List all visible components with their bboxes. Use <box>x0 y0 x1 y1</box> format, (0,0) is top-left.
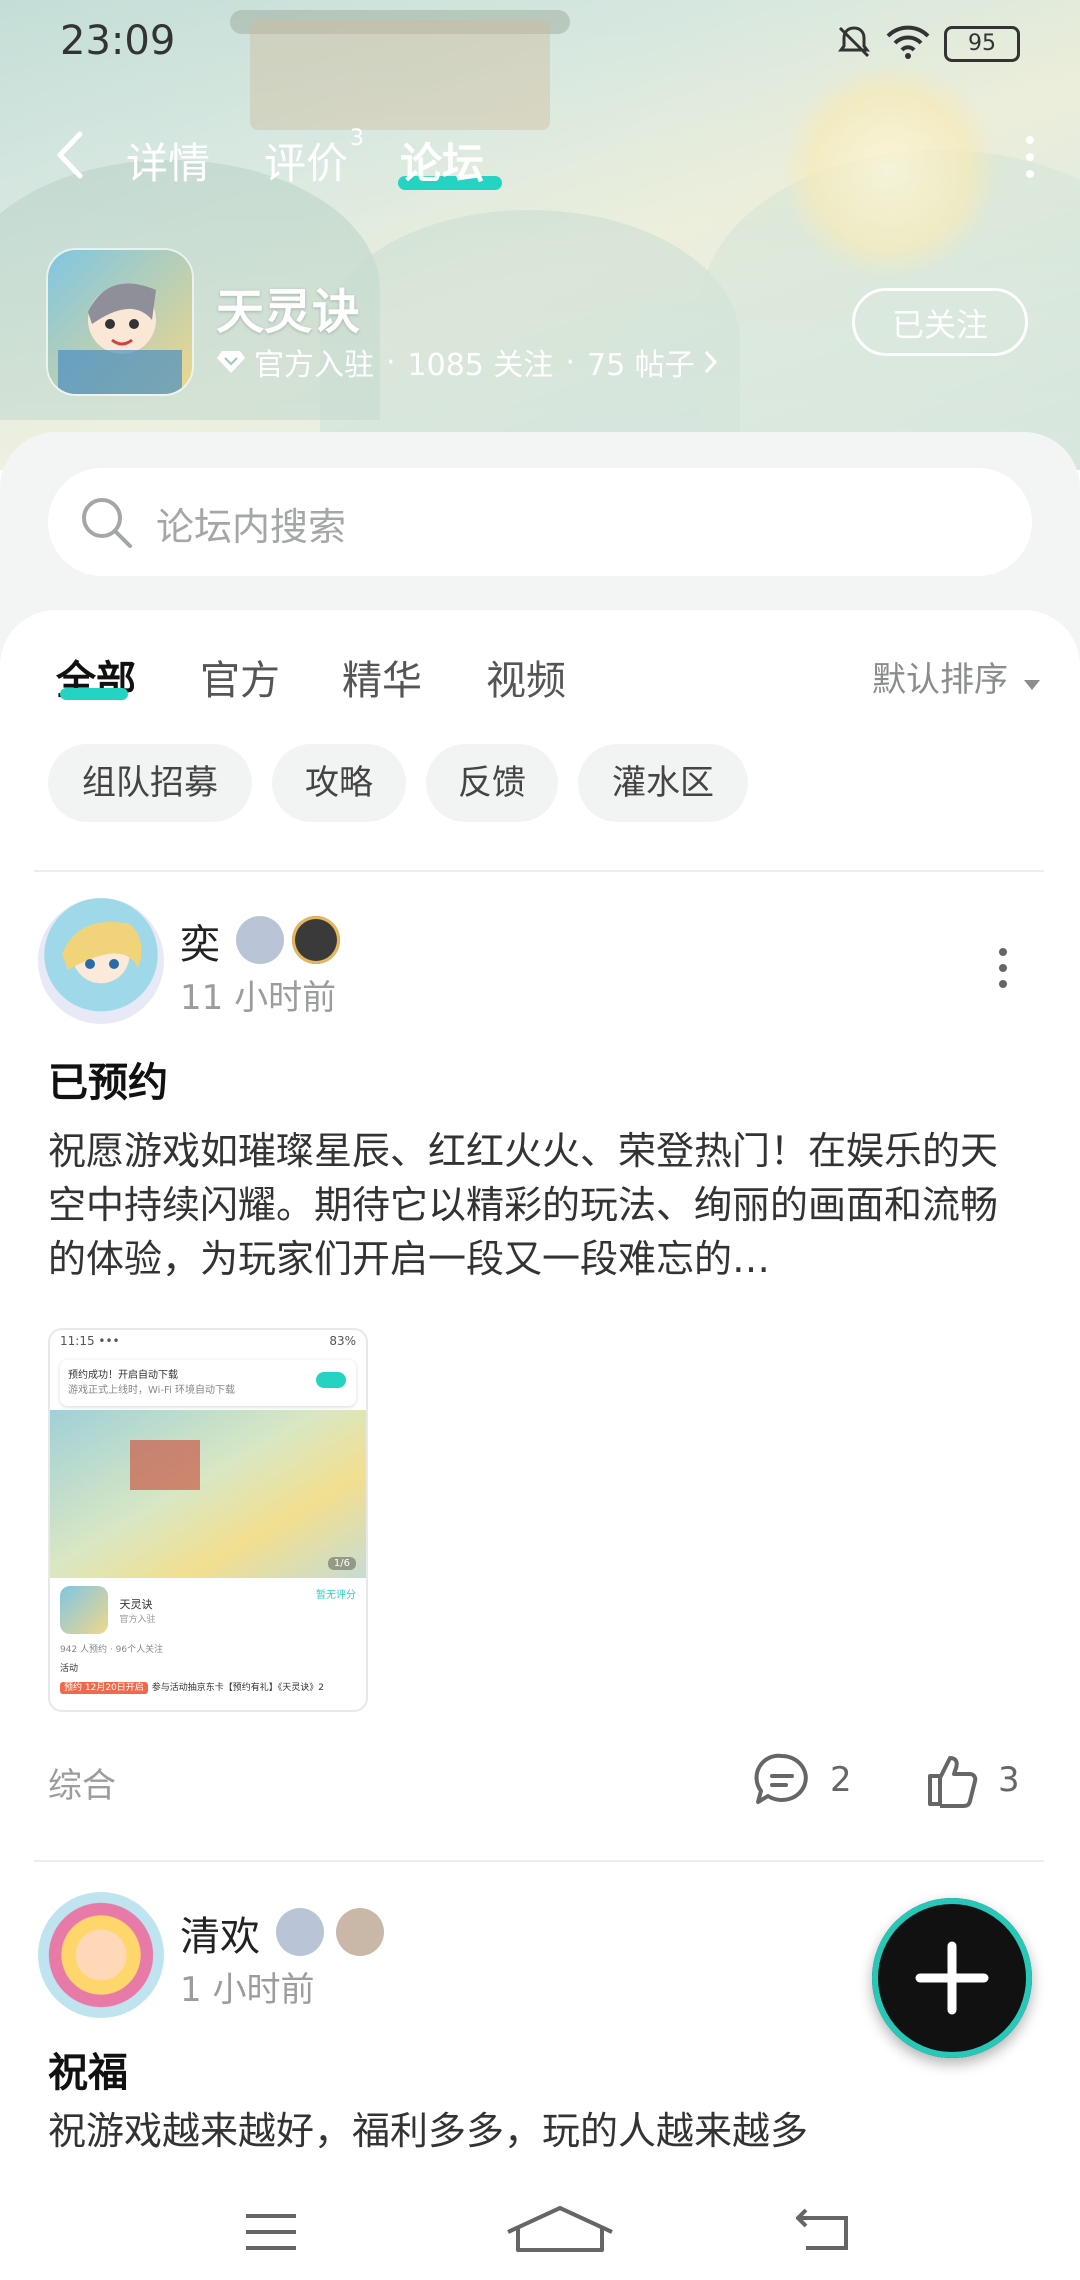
top-nav: 详情 评价3 论坛 <box>0 110 1080 200</box>
app-name: 天灵诀 <box>216 284 361 340</box>
comment-icon <box>754 1753 808 1804</box>
avatar[interactable] <box>38 1892 164 2018</box>
level-badge-icon <box>236 916 284 964</box>
more-options-icon[interactable] <box>1020 136 1040 180</box>
status-bar: 23:09 95 <box>0 0 1080 84</box>
follow-button[interactable]: 已关注 <box>852 288 1028 356</box>
divider <box>34 870 1044 872</box>
menu-icon[interactable] <box>244 2212 298 2252</box>
image-promo: 预约 12月20日开启 参与活动抽京东卡【预约有礼】《天灵诀》2 <box>60 1680 356 1694</box>
image-promo-text: 参与活动抽京东卡【预约有礼】《天灵诀》2 <box>151 1683 324 1693</box>
filter-tab-featured[interactable]: 精华 <box>342 648 422 706</box>
mute-icon <box>838 26 870 58</box>
chevron-right-icon[interactable] <box>703 349 719 375</box>
sim-icon <box>58 24 59 60</box>
post-author[interactable]: 清欢 <box>180 1904 260 1962</box>
sort-dropdown[interactable]: 默认排序 <box>872 652 1041 701</box>
sort-label: 默认排序 <box>872 660 1008 700</box>
divider <box>34 1860 1044 1862</box>
post-body[interactable]: 祝愿游戏如璀璨星辰、红红火火、荣登热门！在娱乐的天空中持续闪耀。期待它以精彩的玩… <box>48 1124 1028 1286</box>
image-promo-tag: 预约 12月20日开启 <box>60 1682 148 1694</box>
back-icon[interactable] <box>796 2208 850 2252</box>
filter-tab-official[interactable]: 官方 <box>200 648 280 706</box>
post-author[interactable]: 奕 <box>180 912 220 970</box>
image-official: 官方入驻 <box>119 1614 156 1625</box>
post-image[interactable]: 11:15 ••• 83% 预约成功！开启自动下载 游戏正式上线时，Wi-Fi 环… <box>48 1328 368 1712</box>
image-app-icon <box>60 1586 108 1634</box>
app-meta: 官方入驻 · 1085 关注 · 75 帖子 <box>216 340 719 384</box>
tab-forum[interactable]: 论坛 <box>400 130 484 191</box>
image-activity: 活动 <box>60 1664 79 1674</box>
reviews-count-badge: 3 <box>350 126 365 151</box>
caret-down-icon <box>1023 680 1040 690</box>
filter-tab-indicator <box>60 688 128 700</box>
like-count: 3 <box>998 1760 1020 1800</box>
avatar[interactable] <box>38 898 164 1024</box>
image-banner: 1/6 <box>50 1410 366 1578</box>
official-label: 官方入驻 <box>254 348 374 383</box>
post-title[interactable]: 祝福 <box>48 2040 128 2098</box>
image-time: 11:15 ••• <box>60 1334 120 1348</box>
tab-details-label: 详情 <box>126 139 211 188</box>
back-arrow-icon[interactable] <box>50 130 90 180</box>
comment-button[interactable]: 2 <box>752 1752 852 1808</box>
post-body[interactable]: 祝游戏越来越好，福利多多，玩的人越来越多 <box>48 2104 1028 2158</box>
image-notif-title: 预约成功！开启自动下载 <box>68 1370 178 1381</box>
followers-count: 1085 关注 <box>407 348 554 383</box>
image-signal: 83% <box>329 1334 356 1348</box>
battery-indicator: 95 <box>944 26 1020 62</box>
app-icon <box>48 250 192 394</box>
diamond-icon <box>217 351 245 373</box>
comment-count: 2 <box>830 1760 852 1800</box>
status-time: 23:09 <box>60 18 176 64</box>
image-status-bar: 11:15 ••• 83% <box>50 1330 366 1356</box>
avatar-frame-badge-icon <box>336 1908 384 1956</box>
search-placeholder: 论坛内搜索 <box>156 505 347 549</box>
tab-details[interactable]: 详情 <box>126 130 210 191</box>
level-badge-icon <box>276 1908 324 1956</box>
post-title[interactable]: 已预约 <box>48 1050 168 1108</box>
image-notif-sub: 游戏正式上线时，Wi-Fi 环境自动下载 <box>68 1385 236 1396</box>
filter-tab-video[interactable]: 视频 <box>486 648 566 706</box>
like-button[interactable]: 3 <box>924 1752 1020 1808</box>
search-icon <box>82 498 132 548</box>
image-page: 1/6 <box>327 1557 356 1570</box>
post-more-icon[interactable] <box>998 948 1008 996</box>
create-post-button[interactable] <box>872 1898 1032 2058</box>
post-time: 1 小时前 <box>180 1970 315 2010</box>
system-nav-bar <box>0 2180 1080 2280</box>
home-icon[interactable] <box>504 2206 616 2252</box>
search-input[interactable]: 论坛内搜索 <box>48 468 1032 576</box>
gamer-badge-icon <box>292 916 340 964</box>
tab-reviews[interactable]: 评价3 <box>264 126 364 191</box>
chip-feedback[interactable]: 反馈 <box>426 744 558 822</box>
chip-team-recruit[interactable]: 组队招募 <box>48 744 252 822</box>
post-time: 11 小时前 <box>180 978 337 1018</box>
posts-count[interactable]: 75 帖子 <box>587 340 695 384</box>
post-category[interactable]: 综合 <box>48 1758 116 1807</box>
wifi-icon <box>886 25 930 59</box>
image-app-name: 天灵诀 <box>119 1597 153 1611</box>
image-rate: 暂无评分 <box>316 1590 356 1601</box>
chip-chat-zone[interactable]: 灌水区 <box>578 744 748 822</box>
tab-forum-label: 论坛 <box>400 139 485 188</box>
thumbs-up-icon <box>928 1756 978 1808</box>
chip-guides[interactable]: 攻略 <box>272 744 406 822</box>
plus-icon <box>915 1941 989 2015</box>
image-stats: 942 人预约 · 96个人关注 <box>60 1645 164 1655</box>
toggle-icon <box>316 1372 346 1388</box>
image-app-info: 天灵诀官方入驻 暂无评分 <box>50 1578 366 1642</box>
tab-reviews-label: 评价 <box>264 139 349 188</box>
image-notification: 预约成功！开启自动下载 游戏正式上线时，Wi-Fi 环境自动下载 <box>60 1360 356 1406</box>
